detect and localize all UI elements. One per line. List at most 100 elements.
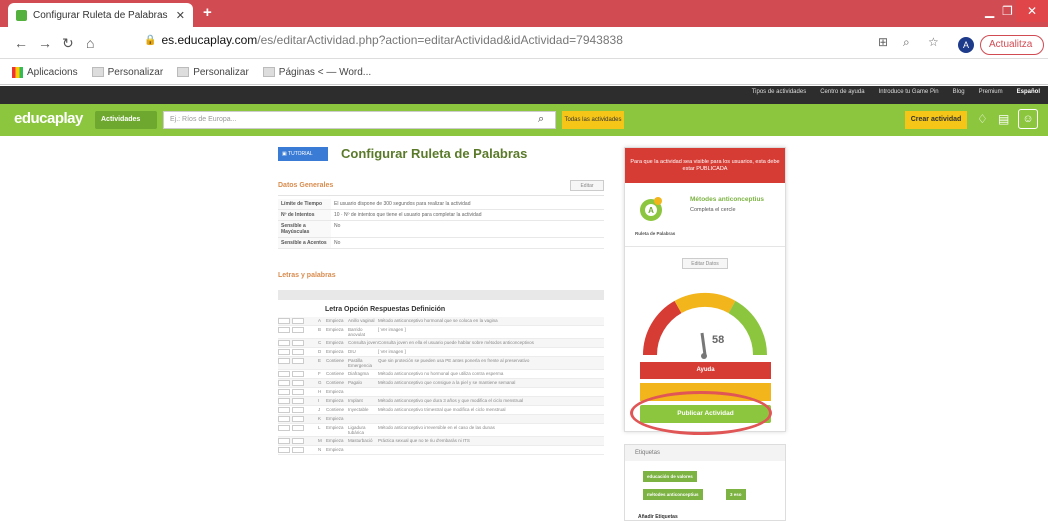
home-icon[interactable]: ⌂	[86, 35, 94, 51]
table-row: D Empieza DIU [ Ver imagen ]	[278, 348, 604, 357]
profile-avatar[interactable]: A	[958, 37, 974, 53]
bookmark-personalizar-1[interactable]: Personalizar	[91, 67, 163, 78]
search-input[interactable]: Ej.: Ríos de Europa...	[163, 111, 556, 129]
row-edit-buttons[interactable]	[278, 407, 318, 413]
row-edit-buttons[interactable]	[278, 318, 318, 324]
edit-row-button[interactable]	[278, 398, 290, 404]
create-activity-button[interactable]: Crear actividad	[905, 111, 967, 129]
delete-row-button[interactable]	[292, 327, 304, 333]
delete-row-button[interactable]	[292, 340, 304, 346]
row-edit-buttons[interactable]	[278, 349, 318, 355]
delete-row-button[interactable]	[292, 389, 304, 395]
row-edit-buttons[interactable]	[278, 416, 318, 422]
row-option: Empieza	[326, 416, 344, 421]
row-letter: B	[318, 327, 322, 332]
bookmark-paginas[interactable]: Páginas < — Word...	[262, 67, 371, 78]
row-edit-buttons[interactable]	[278, 371, 318, 377]
add-tags-label[interactable]: Añadir Etiquetas	[638, 514, 678, 520]
edit-row-button[interactable]	[278, 416, 290, 422]
row-edit-buttons[interactable]	[278, 327, 318, 333]
edit-row-button[interactable]	[278, 389, 290, 395]
edit-row-button[interactable]	[278, 380, 290, 386]
tutorial-button[interactable]: ▣ TUTORIAL	[278, 147, 328, 161]
browser-tab[interactable]: Configurar Ruleta de Palabras - E ✕	[8, 3, 193, 27]
edit-row-button[interactable]	[278, 327, 290, 333]
new-tab-icon[interactable]: +	[203, 4, 212, 21]
link-centro-ayuda[interactable]: Centro de ayuda	[820, 89, 864, 95]
delete-row-button[interactable]	[292, 447, 304, 453]
delete-row-button[interactable]	[292, 349, 304, 355]
edit-row-button[interactable]	[278, 447, 290, 453]
edit-row-button[interactable]	[278, 318, 290, 324]
link-blog[interactable]: Blog	[953, 89, 965, 95]
tag-chip[interactable]: métodes anticonceptius	[643, 489, 703, 500]
delete-row-button[interactable]	[292, 438, 304, 444]
delete-row-button[interactable]	[292, 318, 304, 324]
edit-row-button[interactable]	[278, 349, 290, 355]
edit-row-button[interactable]	[278, 358, 290, 364]
language-selector[interactable]: Español	[1017, 89, 1040, 95]
minimize-icon[interactable]: ▁	[985, 4, 994, 18]
link-game-pin[interactable]: Introduce tu Game Pin	[879, 89, 939, 95]
reload-icon[interactable]: ↻	[62, 35, 74, 52]
table-row: Sensible a Acentos No	[278, 237, 604, 249]
bookmark-star-icon[interactable]: ☆	[928, 35, 939, 49]
back-icon[interactable]: ←	[14, 35, 28, 51]
row-definition: Método anticonceptivo hormonal que se co…	[378, 318, 498, 323]
edit-button[interactable]: Editar	[570, 180, 604, 191]
delete-row-button[interactable]	[292, 398, 304, 404]
messages-icon[interactable]: ▤	[998, 112, 1009, 126]
site-logo[interactable]: educaplay	[14, 110, 83, 127]
row-edit-buttons[interactable]	[278, 380, 318, 386]
row-answer: Implant	[348, 398, 363, 403]
update-button[interactable]: Actualitza	[980, 35, 1044, 55]
row-edit-buttons[interactable]	[278, 398, 318, 404]
row-option: Contiene	[326, 407, 345, 412]
edit-row-button[interactable]	[278, 371, 290, 377]
help-button[interactable]: Ayuda	[640, 362, 771, 379]
close-tab-icon[interactable]: ✕	[176, 9, 185, 22]
apps-grid-icon	[12, 66, 23, 78]
row-definition: Método anticonceptivo trimestral que mod…	[378, 407, 506, 412]
maximize-icon[interactable]: ❐	[1002, 4, 1013, 18]
activity-name[interactable]: Métodes anticonceptius	[690, 196, 764, 203]
bookmark-personalizar-2[interactable]: Personalizar	[177, 67, 249, 78]
row-key: Nº de Intentos	[278, 209, 331, 221]
translate-icon[interactable]: ⊞	[878, 35, 888, 49]
edit-row-button[interactable]	[278, 425, 290, 431]
row-edit-buttons[interactable]	[278, 358, 318, 364]
bookmark-apps[interactable]: Aplicacions	[12, 66, 78, 78]
edit-data-button[interactable]: Editar Datos	[682, 258, 728, 269]
zoom-icon[interactable]: ⌕	[903, 35, 910, 50]
delete-row-button[interactable]	[292, 425, 304, 431]
edit-row-button[interactable]	[278, 438, 290, 444]
edit-row-button[interactable]	[278, 407, 290, 413]
all-activities-button[interactable]: Todas las actividades	[562, 111, 624, 129]
tag-chip[interactable]: 3 eso	[726, 489, 746, 500]
link-tipos-actividades[interactable]: Tipos de actividades	[752, 89, 806, 95]
row-edit-buttons[interactable]	[278, 389, 318, 395]
publish-warning-banner: Para que la actividad sea visible para l…	[625, 148, 785, 183]
delete-row-button[interactable]	[292, 371, 304, 377]
delete-row-button[interactable]	[292, 416, 304, 422]
link-premium[interactable]: Premium	[979, 89, 1003, 95]
delete-row-button[interactable]	[292, 380, 304, 386]
activities-dropdown[interactable]: Actividades	[95, 111, 157, 129]
search-icon[interactable]: ⌕	[538, 113, 544, 126]
url-field[interactable]: 🔒 es.educaplay.com/es/editarActividad.ph…	[144, 33, 623, 47]
row-key: Límite de Tiempo	[278, 199, 331, 210]
row-edit-buttons[interactable]	[278, 340, 318, 346]
user-icon[interactable]: ☺	[1018, 109, 1038, 129]
row-letter: A	[318, 318, 322, 323]
forward-icon[interactable]: →	[38, 35, 52, 51]
row-edit-buttons[interactable]	[278, 425, 318, 431]
delete-row-button[interactable]	[292, 358, 304, 364]
tags-heading: Etiquetas	[625, 445, 785, 461]
close-window-icon[interactable]: ✕	[1016, 0, 1048, 22]
tag-chip[interactable]: educación de valores	[643, 471, 697, 482]
row-edit-buttons[interactable]	[278, 438, 318, 444]
edit-row-button[interactable]	[278, 340, 290, 346]
delete-row-button[interactable]	[292, 407, 304, 413]
row-edit-buttons[interactable]	[278, 447, 318, 453]
bell-icon[interactable]: ♢	[977, 112, 988, 126]
